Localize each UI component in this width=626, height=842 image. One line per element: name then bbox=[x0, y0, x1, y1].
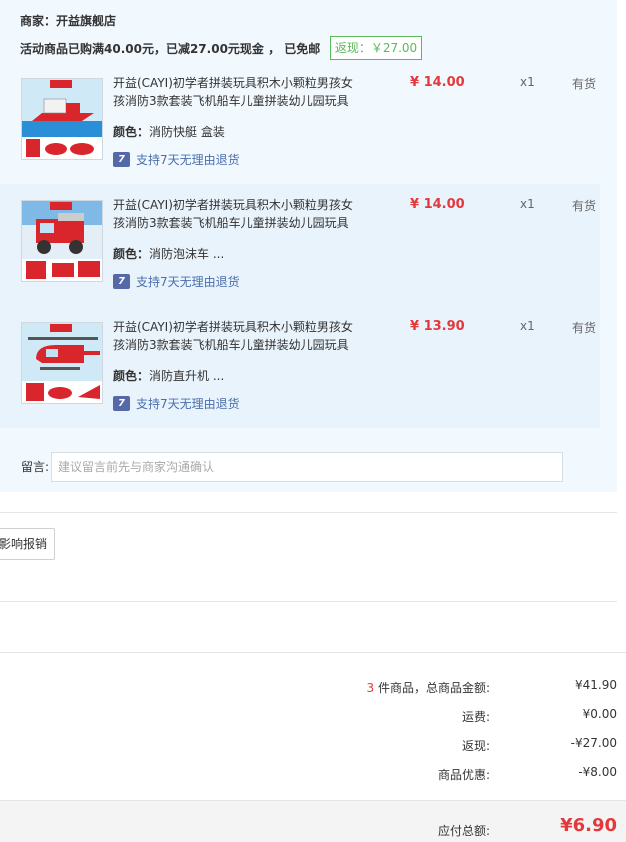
product-image-foam-truck bbox=[22, 201, 102, 281]
reimburse-button[interactable]: 影响报销 bbox=[0, 528, 55, 560]
stock-status: 有货 bbox=[572, 199, 597, 213]
product-quantity: x1 bbox=[520, 197, 535, 211]
return-policy-text: 支持7天无理由退货 bbox=[136, 153, 240, 167]
shop-order-panel: 商家：开益旗舰店 活动商品已购满40.00元，已减27.00元现金 ， 已免邮 … bbox=[0, 0, 617, 492]
attribute-value: 消防快艇 盒装 bbox=[149, 125, 225, 139]
return-policy[interactable]: 7 支持7天无理由退货 bbox=[113, 151, 240, 168]
rebate-badge: 返现：￥27.00 bbox=[330, 36, 422, 60]
product-title[interactable]: 开益(CAYI)初学者拼装玩具积木小颗粒男孩女孩消防3款套装飞机船车儿童拼装幼儿… bbox=[113, 74, 363, 110]
attribute-label: 颜色： bbox=[113, 125, 150, 139]
product-price: ¥ 14.00 bbox=[410, 75, 465, 90]
return-policy-icon: 7 bbox=[113, 396, 130, 411]
order-item: 开益(CAYI)初学者拼装玩具积木小颗粒男孩女孩消防3款套装飞机船车儿童拼装幼儿… bbox=[0, 62, 600, 184]
return-policy-text: 支持7天无理由退货 bbox=[136, 275, 240, 289]
stock-status: 有货 bbox=[572, 321, 597, 335]
product-image-fireboat bbox=[22, 79, 102, 159]
divider bbox=[0, 601, 617, 602]
attribute-label: 颜色： bbox=[113, 369, 150, 383]
memo-label: 留言: bbox=[21, 460, 50, 474]
product-price: ¥ 13.90 bbox=[410, 319, 465, 334]
divider bbox=[0, 512, 617, 513]
product-image-helicopter bbox=[22, 323, 102, 403]
shipping-amount: ¥0.00 bbox=[582, 707, 617, 721]
return-policy-text: 支持7天无理由退货 bbox=[136, 397, 240, 411]
product-title[interactable]: 开益(CAYI)初学者拼装玩具积木小颗粒男孩女孩消防3款套装飞机船车儿童拼装幼儿… bbox=[113, 318, 363, 354]
discount-amount: -¥8.00 bbox=[578, 765, 617, 779]
product-thumbnail[interactable] bbox=[21, 78, 103, 160]
goods-total-amount: ¥41.90 bbox=[575, 678, 617, 692]
shop-name[interactable]: 商家：开益旗舰店 bbox=[20, 12, 116, 29]
attribute-label: 颜色： bbox=[113, 247, 150, 261]
divider bbox=[0, 652, 626, 653]
product-attribute: 颜色：消防泡沫车 ... bbox=[113, 245, 224, 262]
product-quantity: x1 bbox=[520, 75, 535, 89]
product-title[interactable]: 开益(CAYI)初学者拼装玩具积木小颗粒男孩女孩消防3款套装飞机船车儿童拼装幼儿… bbox=[113, 196, 363, 232]
return-policy-icon: 7 bbox=[113, 274, 130, 289]
product-price: ¥ 14.00 bbox=[410, 197, 465, 212]
attribute-value: 消防泡沫车 ... bbox=[149, 247, 225, 261]
attribute-value: 消防直升机 ... bbox=[149, 369, 225, 383]
product-thumbnail[interactable] bbox=[21, 200, 103, 282]
product-thumbnail[interactable] bbox=[21, 322, 103, 404]
product-attribute: 颜色：消防直升机 ... bbox=[113, 367, 224, 384]
rebate-amount: -¥27.00 bbox=[570, 736, 617, 750]
payable-total-amount: ¥6.90 bbox=[560, 815, 617, 836]
product-quantity: x1 bbox=[520, 319, 535, 333]
product-attribute: 颜色：消防快艇 盒装 bbox=[113, 123, 225, 140]
payable-total-bar: 应付总额: ¥6.90 bbox=[0, 800, 626, 842]
return-policy[interactable]: 7 支持7天无理由退货 bbox=[113, 273, 240, 290]
promo-text: 活动商品已购满40.00元，已减27.00元现金 ， 已免邮 bbox=[20, 42, 321, 56]
order-item: 开益(CAYI)初学者拼装玩具积木小颗粒男孩女孩消防3款套装飞机船车儿童拼装幼儿… bbox=[0, 306, 600, 428]
memo-input[interactable] bbox=[51, 452, 563, 482]
stock-status: 有货 bbox=[572, 77, 597, 91]
return-policy[interactable]: 7 支持7天无理由退货 bbox=[113, 395, 240, 412]
order-item: 开益(CAYI)初学者拼装玩具积木小颗粒男孩女孩消防3款套装飞机船车儿童拼装幼儿… bbox=[0, 184, 600, 306]
return-policy-icon: 7 bbox=[113, 152, 130, 167]
